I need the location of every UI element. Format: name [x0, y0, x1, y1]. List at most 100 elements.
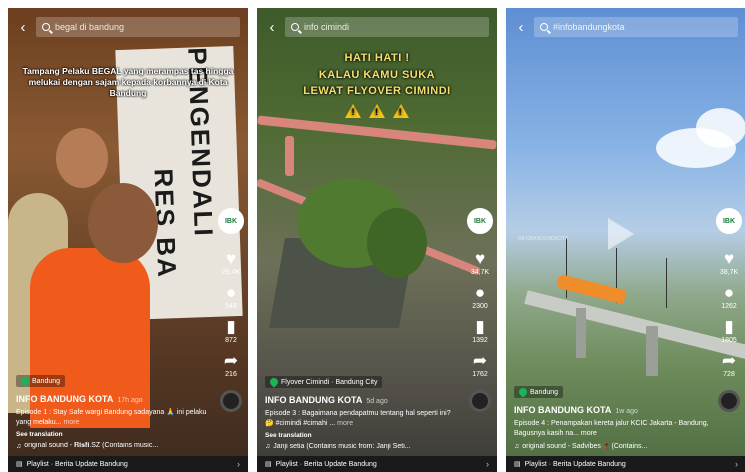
heart-icon: ♥ [723, 248, 735, 268]
caption: Episode 1 : Stay Safe wargi Bandung sada… [16, 408, 212, 427]
save-count: 872 [225, 337, 237, 344]
warning-icon [345, 103, 362, 119]
author-name[interactable]: INFO BANDUNG KOTA [16, 394, 113, 404]
bookmark-icon: ▮ [226, 316, 236, 336]
author-name[interactable]: INFO BANDUNG KOTA [514, 405, 611, 415]
plants-2 [367, 208, 427, 278]
comment-icon: ● [474, 282, 486, 302]
location-label: Bandung [530, 388, 559, 396]
search-query: #infobandungkota [553, 22, 625, 32]
like-count: 29,4K [221, 269, 241, 276]
video-overlay-text: Tampang Pelaku BEGAL yang merampas tas h… [22, 66, 234, 99]
comment-button[interactable]: ● 1262 [718, 282, 740, 311]
suspect-head [88, 183, 158, 263]
see-translation-link[interactable]: See translation [265, 432, 461, 439]
playlist-bar[interactable]: ▤ Playlist · Berita Update Bandung › [506, 456, 745, 472]
playlist-label: Playlist · Berita Update Bandung [26, 460, 128, 468]
search-input[interactable]: info cimindi [285, 17, 489, 37]
see-translation-link[interactable]: See translation [16, 431, 212, 438]
avatar[interactable]: IBK [467, 208, 493, 234]
search-bar: ‹ #infobandungkota [514, 16, 738, 38]
playlist-icon: ▤ [265, 461, 272, 468]
search-icon [42, 23, 50, 31]
video-info: Bandung INFO BANDUNG KOTA 1w ago Episode … [514, 383, 710, 450]
bookmark-icon: ▮ [475, 316, 485, 336]
location-tag[interactable]: Flyover Cimindi · Bandung City [265, 376, 383, 389]
video-info: Bandung INFO BANDUNG KOTA 17h ago Episode… [16, 372, 212, 450]
playlist-bar[interactable]: ▤ Playlist · Berita Update Bandung › [8, 456, 248, 472]
sound-label: Janji setia (Contains music from: Janji … [273, 443, 411, 450]
caption: Episode 3 : Bagaimana pendapatmu tentang… [265, 409, 461, 428]
back-arrow-icon[interactable]: ‹ [514, 19, 528, 36]
avatar[interactable]: IBK [218, 208, 244, 234]
share-button[interactable]: ➦ 1762 [469, 350, 491, 379]
share-count: 1762 [472, 371, 488, 378]
share-button[interactable]: ➦ 216 [220, 350, 242, 379]
back-arrow-icon[interactable]: ‹ [265, 19, 279, 36]
back-arrow-icon[interactable]: ‹ [16, 19, 30, 36]
more-link[interactable]: more [337, 420, 353, 427]
video-card-2[interactable]: HATI HATI ! KALAU KAMU SUKA LEWAT FLYOVE… [257, 8, 497, 472]
more-link[interactable]: more [63, 419, 79, 426]
like-button[interactable]: ♥ 34,7K [469, 248, 491, 277]
warning-icons [263, 103, 491, 124]
share-icon: ➦ [223, 350, 239, 370]
share-button[interactable]: ➦ 728 [718, 350, 740, 379]
playlist-label: Playlist · Berita Update Bandung [524, 460, 626, 468]
bridge-post [285, 136, 294, 176]
save-button[interactable]: ▮ 1392 [469, 316, 491, 345]
search-query: info cimindi [304, 22, 350, 32]
sound-disc[interactable] [718, 390, 740, 412]
share-count: 216 [225, 371, 237, 378]
save-button[interactable]: ▮ 1805 [718, 316, 740, 345]
viaduct-pillar [646, 326, 658, 376]
save-button[interactable]: ▮ 872 [220, 316, 242, 345]
video-card-1[interactable]: PENGENDALI RES BA Tampang Pelaku BEGAL y… [8, 8, 248, 472]
warning-icon [369, 103, 385, 119]
video-watermark: INFOBANDUNGKOTA [518, 236, 569, 242]
video-card-3[interactable]: INFOBANDUNGKOTA ‹ #infobandungkota IBK ♥… [506, 8, 745, 472]
sound-row[interactable]: ♫ Janji setia (Contains music from: Janj… [265, 443, 461, 450]
action-rail: IBK ♥ 29,4K ● 548 ▮ 872 ➦ 216 [218, 208, 244, 412]
like-button[interactable]: ♥ 38,7K [718, 248, 740, 277]
sound-row[interactable]: ♫ original sound - Sadvibes🥀 (Contains..… [514, 442, 710, 451]
music-note-icon: ♫ [514, 442, 520, 450]
video-info: Flyover Cimindi · Bandung City INFO BAND… [265, 373, 461, 450]
officer-head [56, 128, 108, 188]
post-age: 5d ago [366, 398, 388, 406]
sound-disc[interactable] [220, 390, 242, 412]
search-icon [291, 23, 299, 31]
sound-row[interactable]: ♫ original sound - 𝐑𝐢𝐬𝐟𝐢.SZ (Contains mu… [16, 442, 212, 450]
heart-icon: ♥ [225, 248, 237, 268]
chevron-right-icon: › [237, 459, 240, 469]
comment-button[interactable]: ● 2300 [469, 282, 491, 311]
sound-disc[interactable] [469, 390, 491, 412]
music-note-icon: ♫ [265, 443, 271, 450]
author-row: INFO BANDUNG KOTA 5d ago [265, 395, 461, 405]
playlist-label: Playlist · Berita Update Bandung [275, 460, 377, 468]
heart-icon: ♥ [474, 248, 486, 268]
comment-button[interactable]: ● 548 [220, 282, 242, 311]
video-overlay-text: HATI HATI ! KALAU KAMU SUKA LEWAT FLYOVE… [263, 50, 491, 123]
author-row: INFO BANDUNG KOTA 1w ago [514, 405, 710, 415]
location-label: Bandung [32, 377, 61, 385]
search-input[interactable]: begal di bandung [36, 17, 240, 37]
bookmark-icon: ▮ [724, 316, 734, 336]
warning-icon [392, 103, 409, 119]
author-name[interactable]: INFO BANDUNG KOTA [265, 395, 362, 405]
caption: Episode 4 : Penampakan kereta jalur KCIC… [514, 419, 710, 438]
like-button[interactable]: ♥ 29,4K [220, 248, 242, 277]
search-bar: ‹ info cimindi [265, 16, 489, 38]
playlist-bar[interactable]: ▤ Playlist · Berita Update Bandung › [257, 456, 497, 472]
action-rail: IBK ♥ 38,7K ● 1262 ▮ 1805 ➦ 728 [716, 208, 742, 412]
action-rail: IBK ♥ 34,7K ● 2300 ▮ 1392 ➦ 1762 [467, 208, 493, 412]
search-input[interactable]: #infobandungkota [534, 17, 738, 37]
avatar[interactable]: IBK [716, 208, 742, 234]
viaduct-pillar [576, 308, 586, 358]
location-tag[interactable]: Bandung [16, 375, 66, 388]
playlist-icon: ▤ [16, 461, 23, 468]
comment-count: 548 [225, 303, 237, 310]
play-icon[interactable] [608, 218, 634, 250]
overlay-line-1: HATI HATI ! [344, 52, 410, 64]
location-tag[interactable]: Bandung [514, 386, 564, 399]
